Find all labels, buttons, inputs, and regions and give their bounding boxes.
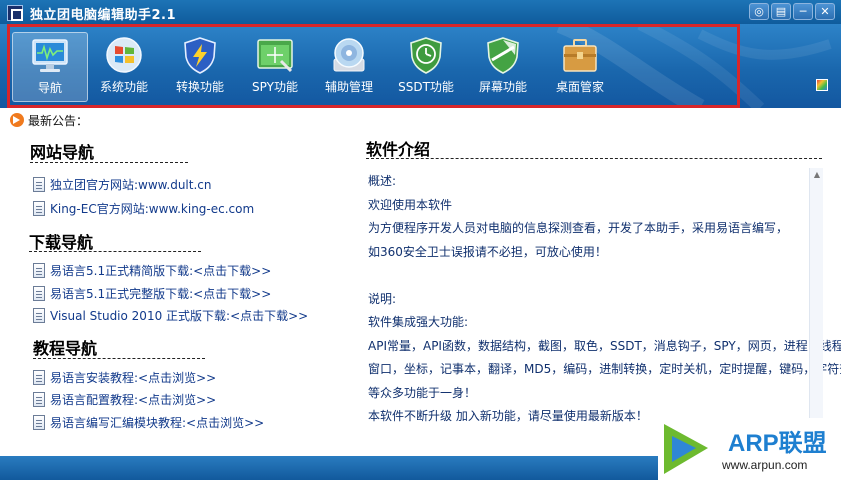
document-icon bbox=[33, 308, 45, 323]
website-nav-divider bbox=[30, 162, 188, 163]
download-link-text: 易语言5.1正式精简版下载:<点击下载>> bbox=[50, 264, 272, 278]
download-link[interactable]: 易语言5.1正式精简版下载:<点击下载>> bbox=[33, 262, 271, 279]
menu-button[interactable]: ▤ bbox=[771, 3, 791, 20]
download-nav-divider bbox=[29, 251, 201, 252]
download-link-text: 易语言5.1正式完整版下载:<点击下载>> bbox=[50, 287, 272, 301]
tutorial-link[interactable]: 易语言安装教程:<点击浏览>> bbox=[33, 369, 216, 386]
tutorial-link-text: 易语言安装教程:<点击浏览>> bbox=[50, 371, 217, 385]
intro-scrollbar[interactable]: ▲ ▼ bbox=[809, 168, 823, 432]
minimize-button[interactable]: ─ bbox=[793, 3, 813, 20]
document-icon bbox=[33, 263, 45, 278]
document-icon bbox=[33, 370, 45, 385]
watermark-url: www.arpun.com bbox=[721, 458, 807, 472]
intro-line: 如360安全卫士误报请不必担，可放心使用！ bbox=[368, 244, 607, 259]
intro-line: 软件集成强大功能: bbox=[368, 315, 469, 329]
app-window: 独立团电脑编辑助手2.1 ◎ ▤ ─ ✕ 导航 系统功能 转换功能 SPY功能 … bbox=[0, 0, 841, 480]
tutorial-link-text: 易语言配置教程:<点击浏览>> bbox=[50, 393, 217, 407]
skin-button[interactable]: ◎ bbox=[749, 3, 769, 20]
download-link[interactable]: 易语言5.1正式完整版下载:<点击下载>> bbox=[33, 285, 271, 302]
speaker-icon bbox=[10, 113, 24, 127]
document-icon bbox=[33, 286, 45, 301]
tutorial-nav-divider bbox=[33, 358, 205, 359]
intro-content: 概述: 欢迎使用本软件为方便程序开发人员对电脑的信息探测查看，开发了本助手，采用易… bbox=[368, 170, 841, 429]
announcement-bar: 最新公告： bbox=[10, 112, 88, 128]
intro-line: 窗口，坐标，记事本，翻译，MD5，编码，进制转换，定时关机，定时提醒，键码，字符… bbox=[368, 362, 841, 376]
tutorial-nav-title: 教程导航 bbox=[33, 339, 98, 358]
document-icon bbox=[33, 415, 45, 430]
document-icon bbox=[33, 201, 45, 216]
title-bar[interactable]: 独立团电脑编辑助手2.1 ◎ ▤ ─ ✕ bbox=[0, 0, 841, 24]
download-link-text: Visual Studio 2010 正式版下载:<点击下载>> bbox=[50, 309, 309, 323]
toolbar-highlight-frame bbox=[7, 24, 740, 108]
tutorial-link-text: 易语言编写汇编模块教程:<点击浏览>> bbox=[50, 416, 265, 430]
website-link-text: King-EC官方网站:www.king-ec.com bbox=[50, 202, 255, 216]
intro-line: 等众多功能于一身！ bbox=[368, 385, 477, 400]
document-icon bbox=[33, 177, 45, 192]
window-controls: ◎ ▤ ─ ✕ bbox=[749, 3, 835, 20]
intro-line: 概述: bbox=[368, 174, 397, 188]
intro-line: API常量，API函数，数据结构，截图，取色，SSDT，消息钩子，SPY，网页，… bbox=[368, 338, 841, 353]
app-logo-icon bbox=[7, 5, 23, 21]
tutorial-link[interactable]: 易语言编写汇编模块教程:<点击浏览>> bbox=[33, 414, 264, 431]
download-link[interactable]: Visual Studio 2010 正式版下载:<点击下载>> bbox=[33, 307, 308, 324]
intro-divider bbox=[366, 158, 822, 159]
intro-line: 欢迎使用本软件 bbox=[368, 197, 453, 212]
scroll-track[interactable] bbox=[810, 182, 823, 418]
close-button[interactable]: ✕ bbox=[815, 3, 835, 20]
intro-title: 软件介绍 bbox=[366, 140, 431, 159]
arp-watermark-logo: ARP联盟 www.arpun.com bbox=[658, 418, 841, 480]
download-nav-title: 下载导航 bbox=[29, 233, 94, 252]
website-link[interactable]: King-EC官方网站:www.king-ec.com bbox=[33, 200, 254, 217]
website-link[interactable]: 独立团官方网站:www.dult.cn bbox=[33, 176, 211, 193]
theme-color-button[interactable] bbox=[816, 79, 828, 91]
tutorial-link[interactable]: 易语言配置教程:<点击浏览>> bbox=[33, 391, 216, 408]
intro-line bbox=[368, 264, 808, 288]
window-title: 独立团电脑编辑助手2.1 bbox=[30, 8, 177, 23]
scroll-up-icon[interactable]: ▲ bbox=[810, 168, 824, 182]
website-nav-title: 网站导航 bbox=[30, 143, 95, 162]
announcement-label: 最新公告： bbox=[28, 113, 89, 128]
website-link-text: 独立团官方网站:www.dult.cn bbox=[50, 178, 212, 192]
watermark-brand: ARP联盟 bbox=[728, 430, 827, 457]
intro-line: 说明: bbox=[368, 291, 397, 306]
document-icon bbox=[33, 392, 45, 407]
intro-text-area[interactable]: 概述: 欢迎使用本软件为方便程序开发人员对电脑的信息探测查看，开发了本助手，采用易… bbox=[366, 168, 841, 432]
intro-line: 为方便程序开发人员对电脑的信息探测查看，开发了本助手，采用易语言编写， bbox=[368, 221, 789, 235]
